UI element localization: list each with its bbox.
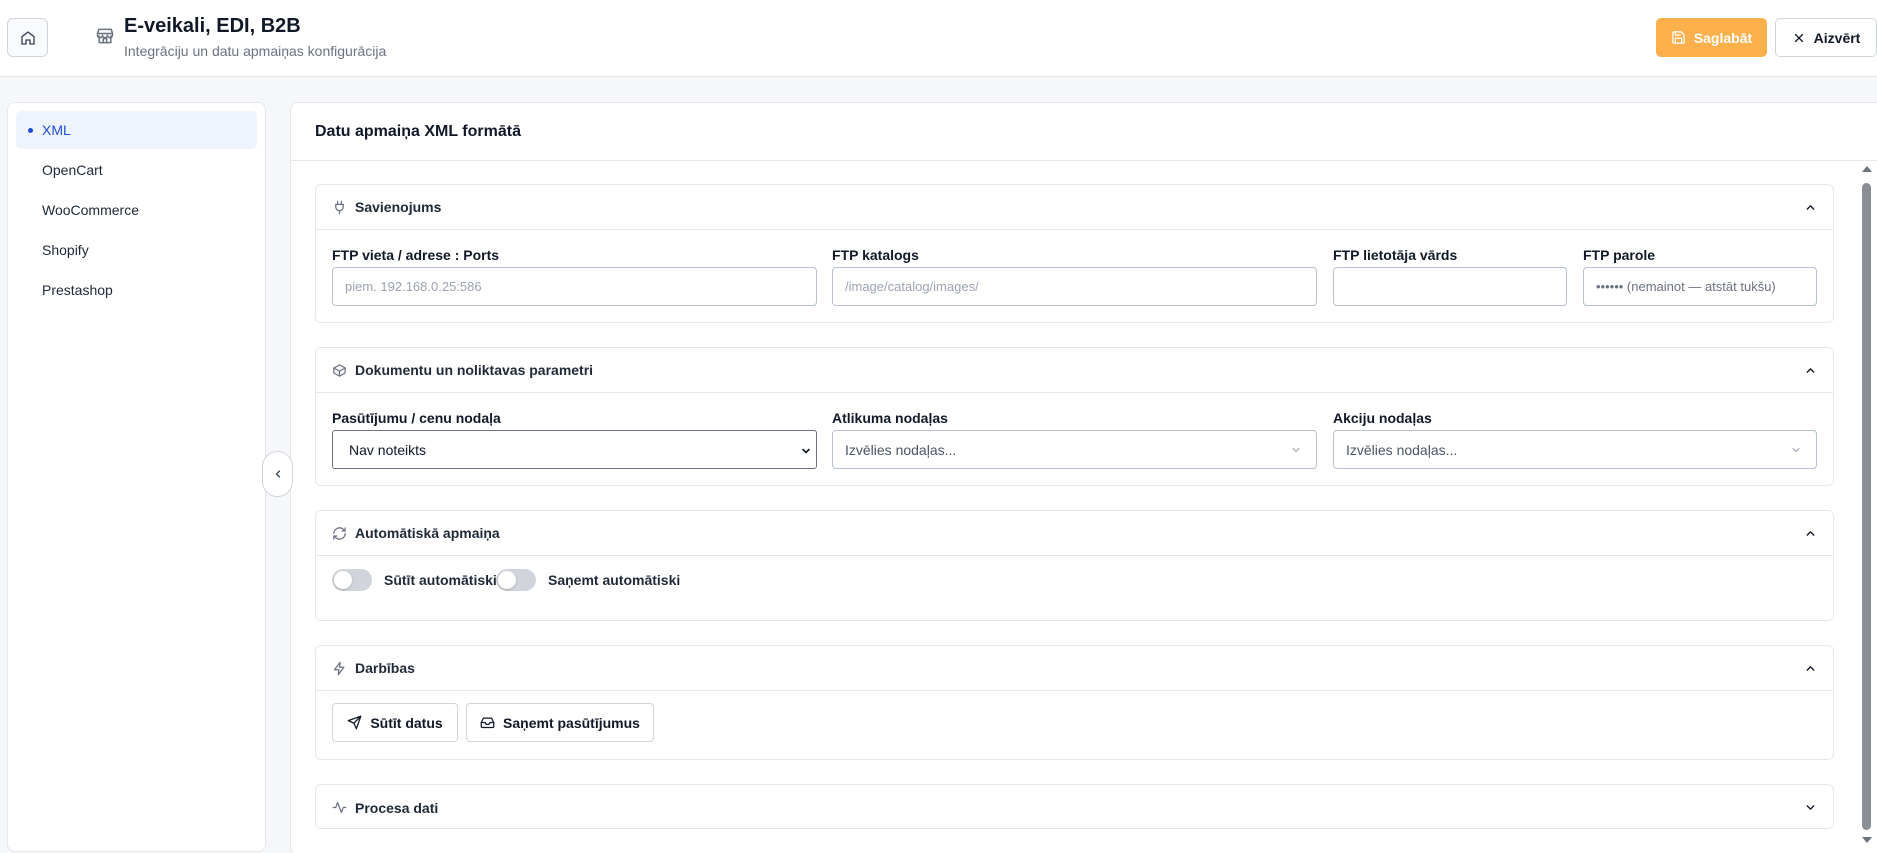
chevron-down-icon: [1806, 805, 1815, 810]
main-title: Datu apmaiņa XML formātā: [315, 123, 521, 140]
activity-icon: [332, 801, 347, 814]
send-auto-label: Sūtīt automātiski: [384, 572, 497, 588]
scroll-up-arrow[interactable]: [1862, 166, 1872, 172]
sidebar-item-label: XML: [42, 122, 71, 138]
save-button-label: Saglabāt: [1693, 29, 1753, 46]
sidebar-item-xml[interactable]: XML: [16, 111, 257, 149]
documents-section-header[interactable]: Dokumentu un noliktavas parametri: [316, 348, 1833, 393]
connection-section: Savienojums FTP vieta / adrese : Ports p…: [315, 184, 1834, 323]
sidebar-item-label: Prestashop: [42, 282, 113, 298]
receive-auto-toggle[interactable]: [496, 569, 536, 591]
actions-section-title: Darbības: [355, 660, 415, 676]
chevron-down-icon: [802, 448, 810, 454]
ftp-pass-placeholder: •••••• (nemainot — atstāt tukšu): [1596, 279, 1776, 294]
ftp-host-placeholder: piem. 192.168.0.25:586: [345, 279, 482, 294]
sidebar-item-prestashop[interactable]: Prestashop: [16, 271, 257, 309]
ftp-pass-input[interactable]: •••••• (nemainot — atstāt tukšu): [1583, 267, 1817, 306]
receive-orders-button[interactable]: Saņemt pasūtījumus: [466, 703, 654, 742]
ftp-pass-label: FTP parole: [1583, 247, 1656, 263]
chevron-up-icon: [1806, 531, 1815, 536]
plug-icon: [335, 200, 344, 214]
sidebar-item-woocommerce[interactable]: WooCommerce: [16, 191, 257, 229]
promo-dept-placeholder: Izvēlies nodaļas...: [1346, 441, 1458, 458]
page-subtitle: Integrāciju un datu apmaiņas konfigurāci…: [124, 43, 387, 59]
receive-orders-label: Saņemt pasūtījumus: [503, 714, 640, 731]
ftp-user-label: FTP lietotāja vārds: [1333, 247, 1458, 263]
ftp-dir-label: FTP katalogs: [832, 247, 919, 263]
scrollbar-thumb[interactable]: [1862, 183, 1871, 830]
close-button-label: Aizvērt: [1813, 29, 1861, 46]
inbox-icon: [480, 717, 495, 729]
close-icon: [1794, 33, 1803, 42]
ftp-dir-input[interactable]: /image/catalog/images/: [832, 267, 1317, 306]
auto-exchange-section-title: Automātiskā apmaiņa: [355, 525, 500, 541]
auto-exchange-section: Automātiskā apmaiņa Sūtīt automātiski Sa…: [315, 510, 1834, 621]
auto-exchange-section-header[interactable]: Automātiskā apmaiņa: [316, 511, 1833, 556]
scroll-down-arrow[interactable]: [1862, 837, 1872, 843]
send-data-button[interactable]: Sūtīt datus: [332, 703, 458, 742]
refresh-icon: [333, 526, 346, 540]
main-panel: Datu apmaiņa XML formātā Savienojums FTP…: [290, 102, 1877, 853]
sidebar-item-opencart[interactable]: OpenCart: [16, 151, 257, 189]
documents-section-title: Dokumentu un noliktavas parametri: [355, 362, 594, 378]
sidebar: XML OpenCart WooCommerce Shopify Prestas…: [7, 102, 266, 852]
documents-section: Dokumentu un noliktavas parametri Pasūtī…: [315, 347, 1834, 486]
chevron-up-icon: [1806, 205, 1815, 210]
receive-auto-label: Saņemt automātiski: [548, 572, 681, 588]
promo-dept-label: Akciju nodaļas: [1333, 410, 1432, 426]
send-auto-toggle[interactable]: [332, 569, 372, 591]
process-data-section: Procesa dati: [315, 784, 1834, 829]
chevron-down-icon: [1292, 447, 1300, 453]
sidebar-item-label: WooCommerce: [42, 202, 139, 218]
promo-dept-select[interactable]: Izvēlies nodaļas...: [1333, 430, 1817, 469]
divider: [291, 160, 1877, 161]
send-data-label: Sūtīt datus: [370, 714, 443, 731]
sidebar-item-shopify[interactable]: Shopify: [16, 231, 257, 269]
chevron-up-icon: [1806, 368, 1815, 373]
orders-dept-label: Pasūtījumu / cenu nodaļa: [332, 410, 501, 426]
process-data-section-header[interactable]: Procesa dati: [316, 785, 1833, 830]
orders-dept-select[interactable]: Nav noteikts: [332, 430, 817, 469]
actions-section: Darbības Sūtīt datus Saņemt pasūtījumus: [315, 645, 1834, 760]
stock-dept-select[interactable]: Izvēlies nodaļas...: [832, 430, 1317, 469]
actions-section-header[interactable]: Darbības: [316, 646, 1833, 691]
ftp-host-input[interactable]: piem. 192.168.0.25:586: [332, 267, 817, 306]
orders-dept-value: Nav noteikts: [349, 441, 427, 458]
chevron-down-icon: [1792, 447, 1800, 453]
process-data-section-title: Procesa dati: [355, 799, 439, 816]
send-icon: [347, 715, 362, 730]
save-icon: [1672, 31, 1685, 44]
box-icon: [333, 363, 346, 377]
home-button[interactable]: [7, 18, 48, 57]
sidebar-item-label: OpenCart: [42, 162, 103, 178]
close-button[interactable]: Aizvērt: [1775, 18, 1877, 57]
chevron-up-icon: [1806, 666, 1815, 671]
sidebar-collapse-button[interactable]: [262, 451, 293, 497]
connection-section-header[interactable]: Savienojums: [316, 185, 1833, 230]
store-icon: [96, 28, 114, 44]
app-header: E-veikali, EDI, B2B Integrāciju un datu …: [0, 0, 1877, 77]
sidebar-item-label: Shopify: [42, 242, 89, 258]
save-button[interactable]: Saglabāt: [1656, 18, 1767, 57]
ftp-user-input[interactable]: [1333, 267, 1567, 306]
lightning-icon: [333, 661, 345, 675]
page-title: E-veikali, EDI, B2B: [124, 15, 301, 37]
stock-dept-placeholder: Izvēlies nodaļas...: [845, 441, 957, 458]
ftp-host-label: FTP vieta / adrese : Ports: [332, 247, 500, 263]
stock-dept-label: Atlikuma nodaļas: [832, 410, 948, 426]
chevron-left-icon: [275, 470, 280, 478]
connection-section-title: Savienojums: [355, 199, 442, 215]
ftp-dir-placeholder: /image/catalog/images/: [845, 279, 979, 294]
home-icon: [20, 30, 35, 45]
